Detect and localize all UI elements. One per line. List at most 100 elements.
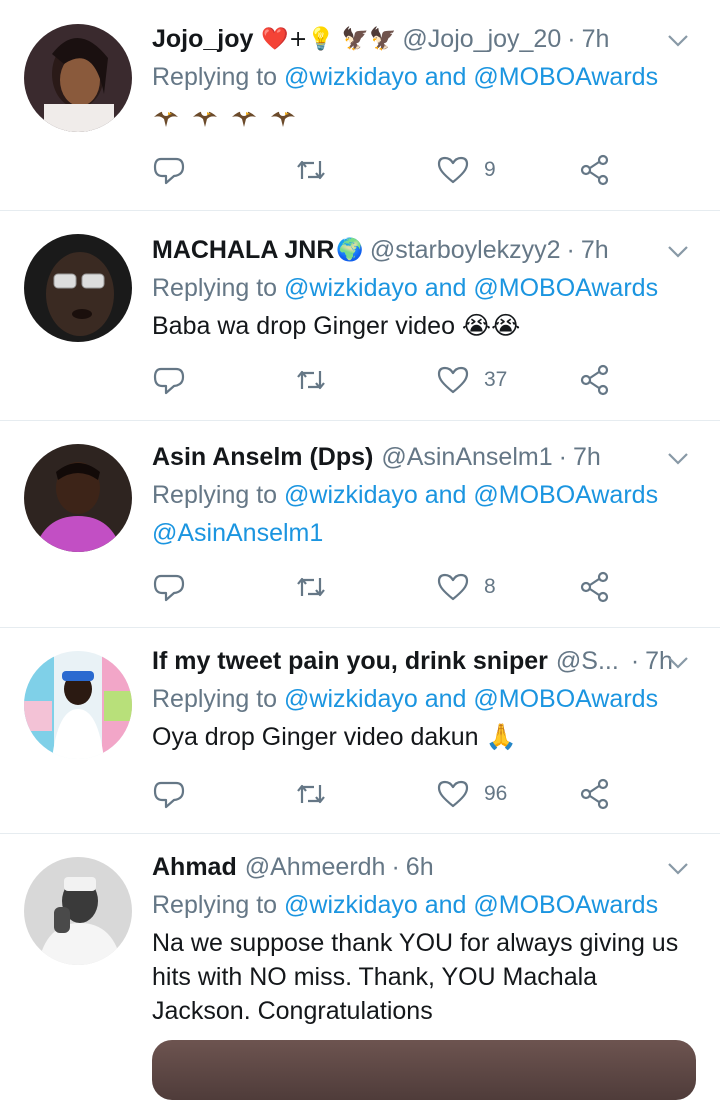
share-button[interactable] [578,567,612,607]
tweet[interactable]: MACHALA JNR 🌍 @starboylekzyy2 · 7h Reply… [0,211,720,421]
avatar[interactable] [24,24,132,132]
like-button[interactable]: 37 [436,360,507,400]
reply-icon [153,781,185,809]
share-button[interactable] [578,774,612,814]
eagle-emoji-icon [152,101,191,129]
reply-button[interactable] [152,774,186,814]
replying-prefix: Replying to [152,685,278,713]
avatar[interactable] [24,857,132,965]
replying-to-link[interactable]: @wizkidayo and @MOBOAwards [284,685,658,713]
tweet-header: Ahmad @Ahmeerdh · 6h [152,850,696,884]
timestamp[interactable]: 7h [573,443,601,472]
eagle-emoji-icon [191,101,230,129]
tweet-actions: 9 [152,150,632,190]
timestamp[interactable]: 7h [581,236,609,265]
like-icon [437,573,469,601]
user-handle[interactable]: @Jojo_joy_20 [402,25,561,54]
chevron-down-icon[interactable] [664,26,692,54]
tweet[interactable]: Jojo_joy ❤️+💡 🦅🦅 @Jojo_joy_20 · 7h Reply… [0,0,720,211]
name-emoji: 🌍 [336,237,364,263]
replying-to: Replying to @wizkidayo and @MOBOAwards [152,271,696,305]
separator-dot: · [391,852,400,881]
eagle-emoji-icon [269,101,301,129]
separator-dot: · [630,646,640,675]
like-button[interactable]: 8 [436,567,496,607]
retweet-button[interactable] [294,360,328,400]
user-handle[interactable]: @S... [556,647,619,676]
like-count: 8 [484,575,496,598]
mention-link[interactable]: @AsinAnselm1 [152,519,323,547]
replying-to: Replying to @wizkidayo and @MOBOAwards [152,682,696,716]
tweet-actions: 37 [152,360,632,400]
avatar[interactable] [24,234,132,342]
replying-to-link[interactable]: @wizkidayo and @MOBOAwards [284,481,658,509]
replying-prefix: Replying to [152,481,278,509]
tweet-actions: 8 [152,567,632,607]
separator-dot: · [567,24,576,53]
tweet-text: Baba wa drop Ginger video 😭😭 [152,312,521,340]
display-name[interactable]: Asin Anselm (Dps) [152,443,373,472]
chevron-down-icon[interactable] [664,237,692,265]
like-icon [437,366,469,394]
share-icon [580,571,609,603]
retweet-icon [297,577,325,597]
display-name[interactable]: MACHALA JNR [152,236,334,265]
share-button[interactable] [578,360,612,400]
avatar[interactable] [24,444,132,552]
like-count: 96 [484,782,508,805]
eagle-emoji-icon [230,101,269,129]
timestamp[interactable]: 6h [406,853,434,882]
tweet-media-preview[interactable] [152,1040,696,1100]
chevron-down-icon[interactable] [664,648,692,676]
retweet-button[interactable] [294,150,328,190]
chevron-down-icon[interactable] [664,854,692,882]
chevron-down-icon[interactable] [664,444,692,472]
tweet-text: Oya drop Ginger video dakun 🙏 [152,723,517,751]
share-button[interactable] [578,150,612,190]
reply-button[interactable] [152,150,186,190]
replying-to: Replying to @wizkidayo and @MOBOAwards [152,478,696,512]
user-handle[interactable]: @AsinAnselm1 [381,443,552,472]
user-handle[interactable]: @starboylekzyy2 [370,236,561,265]
retweet-icon [297,784,325,804]
reply-button[interactable] [152,360,186,400]
display-name[interactable]: If my tweet pain you, drink sniper [152,647,548,676]
like-icon [437,156,469,184]
replying-to-link[interactable]: @wizkidayo and @MOBOAwards [284,274,658,302]
like-button[interactable]: 9 [436,150,496,190]
user-handle[interactable]: @Ahmeerdh [245,853,386,882]
tweet-actions: 96 [152,774,632,814]
display-name[interactable]: Ahmad [152,853,237,882]
timestamp[interactable]: 7h [582,25,610,54]
retweet-icon [297,370,325,390]
tweet-header: Asin Anselm (Dps) @AsinAnselm1 · 7h [152,440,696,474]
reply-button[interactable] [152,567,186,607]
tweet[interactable]: If my tweet pain you, drink sniper @S...… [0,628,720,834]
replying-to-link[interactable]: @wizkidayo and @MOBOAwards [284,63,658,91]
tweet-text [152,98,696,132]
reply-icon [153,574,185,602]
share-icon [580,154,609,186]
replying-to-link[interactable]: @wizkidayo and @MOBOAwards [284,891,658,919]
separator-dot: · [566,235,575,264]
retweet-button[interactable] [294,774,328,814]
retweet-button[interactable] [294,567,328,607]
reply-icon [153,157,185,185]
replying-prefix: Replying to [152,274,278,302]
like-button[interactable]: 96 [436,774,507,814]
like-count: 9 [484,158,496,181]
tweet-header: If my tweet pain you, drink sniper @S...… [152,644,696,678]
share-icon [580,364,609,396]
tweet[interactable]: Ahmad @Ahmeerdh · 6h Replying to @wizkid… [0,834,720,1069]
display-name[interactable]: Jojo_joy [152,25,253,54]
share-icon [580,778,609,810]
replying-to: Replying to @wizkidayo and @MOBOAwards [152,60,696,94]
avatar[interactable] [24,651,132,759]
tweet[interactable]: Asin Anselm (Dps) @AsinAnselm1 · 7h Repl… [0,421,720,628]
reply-feed: Jojo_joy ❤️+💡 🦅🦅 @Jojo_joy_20 · 7h Reply… [0,0,720,1100]
like-icon [437,780,469,808]
separator-dot: · [558,442,567,471]
tweet-header: MACHALA JNR 🌍 @starboylekzyy2 · 7h [152,233,696,267]
name-emoji: ❤️+💡 🦅🦅 [261,26,397,52]
replying-prefix: Replying to [152,891,278,919]
